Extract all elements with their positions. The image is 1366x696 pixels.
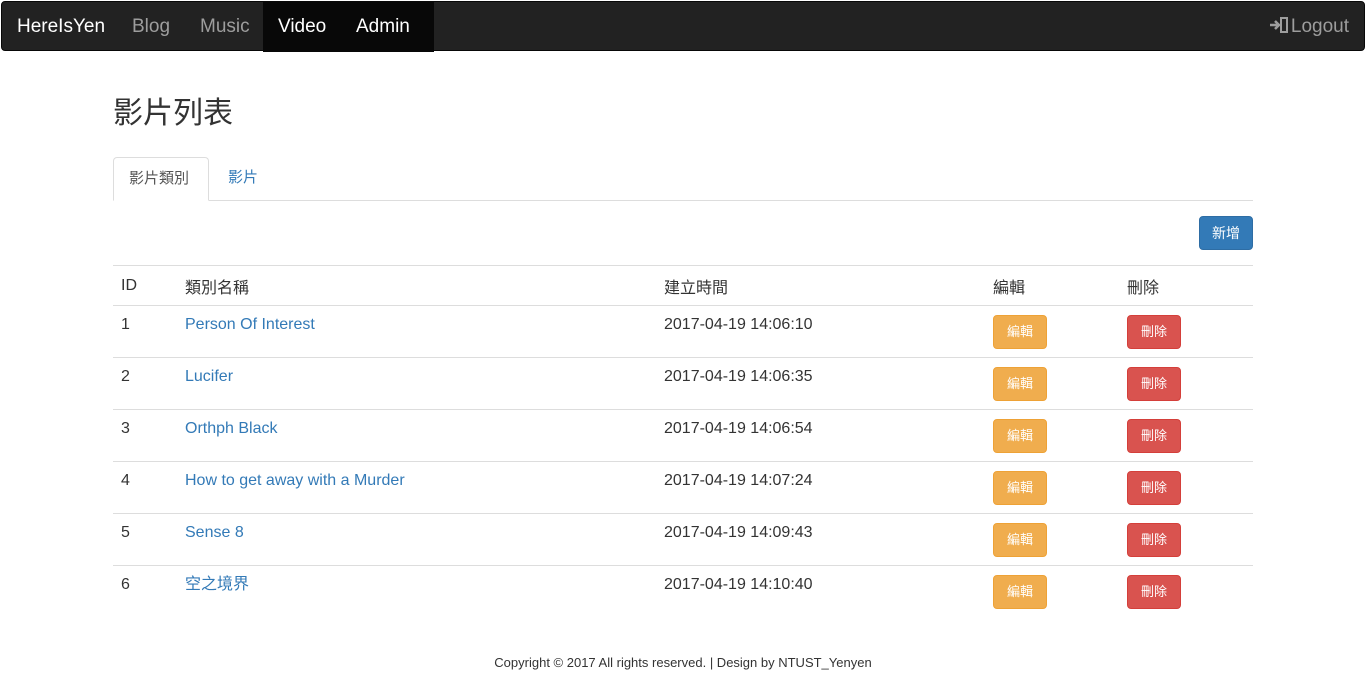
table-row: 4 How to get away with a Murder 2017-04-…	[113, 461, 1253, 514]
brand-link[interactable]: HereIsYen	[17, 2, 105, 52]
table-header-row: ID 類別名稱 建立時間 編輯 刪除	[113, 265, 1253, 306]
edit-button[interactable]: 編輯	[993, 471, 1047, 505]
header-edit: 編輯	[985, 265, 1119, 306]
header-created: 建立時間	[656, 265, 985, 306]
delete-button[interactable]: 刪除	[1127, 471, 1181, 505]
caret-down-icon	[358, 74, 366, 79]
row-created: 2017-04-19 14:06:54	[656, 409, 985, 462]
row-created: 2017-04-19 14:06:10	[664, 316, 813, 333]
nav-admin-label: Admin	[356, 16, 410, 37]
header-name: 類別名稱	[177, 265, 656, 306]
delete-button[interactable]: 刪除	[1127, 367, 1181, 401]
log-out-icon	[1269, 3, 1289, 33]
row-id: 4	[113, 461, 177, 514]
category-name-link[interactable]: 空之境界	[185, 576, 249, 593]
delete-button[interactable]: 刪除	[1127, 523, 1181, 557]
category-name-link[interactable]: Lucifer	[185, 368, 233, 385]
table-row: 5 Sense 8 2017-04-19 14:09:43 編輯 刪除	[113, 513, 1253, 566]
footer-copyright: Copyright © 2017 All rights reserved. | …	[494, 655, 872, 670]
header-id: ID	[113, 265, 177, 306]
row-id: 3	[113, 409, 177, 462]
row-created: 2017-04-19 14:06:35	[656, 357, 985, 410]
table-row: 6 空之境界 2017-04-19 14:10:40 編輯 刪除	[113, 565, 1253, 617]
category-table: ID 類別名稱 建立時間 編輯 刪除 1 Person Of Interest …	[113, 265, 1253, 617]
header-delete: 刪除	[1119, 265, 1253, 306]
table-row: 1 Person Of Interest 2017-04-19 14:06:10…	[113, 306, 1253, 358]
nav-video[interactable]: Video	[263, 2, 341, 52]
table-row: 3 Orthph Black 2017-04-19 14:06:54 編輯 刪除	[113, 409, 1253, 462]
delete-button[interactable]: 刪除	[1127, 419, 1181, 453]
nav-admin-dropdown[interactable]: Admin	[341, 2, 434, 79]
category-name-link[interactable]: Sense 8	[185, 524, 244, 541]
tab-video-categories[interactable]: 影片類別	[113, 157, 209, 201]
row-id: 6	[113, 565, 177, 617]
row-id: 2	[113, 357, 177, 410]
row-created: 2017-04-19 14:09:43	[656, 513, 985, 566]
table-row: 2 Lucifer 2017-04-19 14:06:35 編輯 刪除	[113, 357, 1253, 410]
logout-link[interactable]: Logout	[1254, 2, 1364, 52]
edit-button[interactable]: 編輯	[993, 315, 1047, 349]
nav-blog[interactable]: Blog	[117, 2, 185, 52]
row-created: 2017-04-19 14:07:24	[656, 461, 985, 514]
edit-button[interactable]: 編輯	[993, 523, 1047, 557]
edit-button[interactable]: 編輯	[993, 419, 1047, 453]
category-name-link[interactable]: Orthph Black	[185, 420, 277, 437]
edit-button[interactable]: 編輯	[993, 575, 1047, 609]
nav-music[interactable]: Music	[185, 2, 265, 52]
logout-label: Logout	[1290, 16, 1349, 37]
add-button[interactable]: 新增	[1199, 216, 1253, 250]
edit-button[interactable]: 編輯	[993, 367, 1047, 401]
top-navbar: HereIsYen Blog Music Video Admin Logout	[1, 1, 1365, 79]
delete-button[interactable]: 刪除	[1127, 575, 1181, 609]
category-tabs: 影片類別 影片	[113, 157, 1253, 201]
row-created: 2017-04-19 14:10:40	[656, 565, 985, 617]
category-name-link[interactable]: How to get away with a Murder	[185, 472, 405, 489]
category-name-link[interactable]: Person Of Interest	[185, 316, 315, 333]
page-title: 影片列表	[113, 97, 233, 130]
row-id: 1	[121, 316, 130, 333]
delete-button[interactable]: 刪除	[1127, 315, 1181, 349]
row-id: 5	[113, 513, 177, 566]
tab-videos[interactable]: 影片	[213, 157, 273, 201]
